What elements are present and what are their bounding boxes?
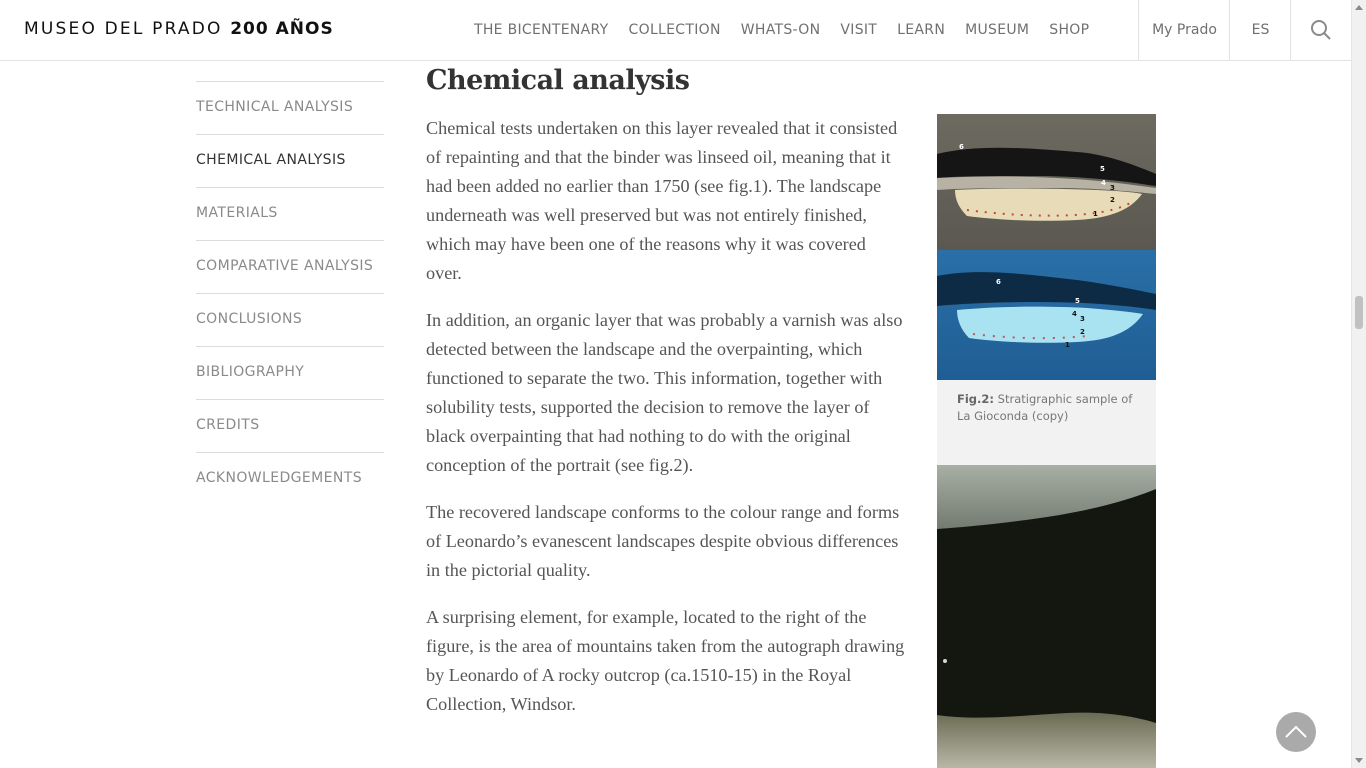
layer-label: 1	[1065, 341, 1070, 349]
layer-label: 1	[1093, 210, 1098, 218]
article-body: Chemical tests undertaken on this layer …	[426, 114, 906, 737]
nav-item-shop[interactable]: SHOP	[1049, 22, 1089, 38]
nav-item-bicentenary[interactable]: THE BICENTENARY	[474, 22, 609, 38]
painting-detail-image[interactable]	[937, 465, 1156, 768]
chevron-up-icon	[1285, 725, 1307, 738]
nav-item-whats-on[interactable]: WHATS-ON	[741, 22, 821, 38]
nav-item-museum[interactable]: MUSEUM	[965, 22, 1029, 38]
layer-label: 3	[1080, 315, 1085, 323]
layer-label: 5	[1075, 297, 1080, 305]
sidenav-item-technical-analysis[interactable]: TECHNICAL ANALYSIS	[196, 82, 384, 135]
article-paragraph: A surprising element, for example, locat…	[426, 607, 905, 714]
section-title: Chemical analysis	[426, 65, 690, 96]
layer-label: 4	[1072, 310, 1077, 318]
layer-label: 5	[1100, 165, 1105, 173]
search-button[interactable]	[1290, 0, 1351, 60]
section-nav: TECHNICAL ANALYSIS CHEMICAL ANALYSIS MAT…	[196, 81, 384, 505]
scroll-down-arrow-icon[interactable]	[1355, 758, 1363, 763]
sidenav-item-chemical-analysis[interactable]: CHEMICAL ANALYSIS	[196, 135, 384, 188]
logo-text: MUSEO DEL PRADO	[24, 19, 223, 39]
language-switch[interactable]: ES	[1229, 0, 1291, 60]
my-prado-link[interactable]: My Prado	[1138, 0, 1230, 60]
back-to-top-button[interactable]	[1276, 712, 1316, 752]
layer-label: 6	[996, 278, 1001, 286]
sidenav-item-bibliography[interactable]: BIBLIOGRAPHY	[196, 347, 384, 400]
site-header: MUSEO DEL PRADO 200 AÑOS THE BICENTENARY…	[0, 0, 1351, 61]
page-scrollbar[interactable]	[1351, 0, 1366, 768]
layer-label: 4	[1101, 179, 1106, 187]
nav-item-visit[interactable]: VISIT	[840, 22, 877, 38]
article-paragraph: In addition, an organic layer that was p…	[426, 310, 903, 475]
sidenav-item-conclusions[interactable]: CONCLUSIONS	[196, 294, 384, 347]
nav-item-collection[interactable]: COLLECTION	[629, 22, 721, 38]
logo-anniversary: 200 AÑOS	[230, 19, 334, 39]
layer-label: 6	[959, 143, 964, 151]
layer-label: 2	[1110, 196, 1115, 204]
figure-caption: Fig.2: Stratigraphic sample of La Giocon…	[937, 380, 1156, 465]
figure-stratigraphic-sample: 6 5 4 3 2 1 6 5 4 3 2 1 Fig.2: Stratigra…	[937, 114, 1156, 465]
article-paragraph: Chemical tests undertaken on this layer …	[426, 118, 898, 283]
main-nav: THE BICENTENARY COLLECTION WHATS-ON VISI…	[474, 0, 1089, 60]
layer-label: 2	[1080, 328, 1085, 336]
sidenav-item-comparative-analysis[interactable]: COMPARATIVE ANALYSIS	[196, 241, 384, 294]
site-logo[interactable]: MUSEO DEL PRADO 200 AÑOS	[24, 19, 334, 39]
layer-label: 3	[1110, 184, 1115, 192]
caption-label: Fig.2:	[957, 392, 994, 406]
scroll-up-arrow-icon[interactable]	[1355, 5, 1363, 10]
article-paragraph: The recovered landscape conforms to the …	[426, 502, 900, 580]
nav-item-learn[interactable]: LEARN	[897, 22, 945, 38]
scrollbar-thumb[interactable]	[1355, 296, 1363, 329]
stratigraphic-sample-image[interactable]: 6 5 4 3 2 1 6 5 4 3 2 1	[937, 114, 1156, 380]
sidenav-item-acknowledgements[interactable]: ACKNOWLEDGEMENTS	[196, 453, 384, 505]
sidenav-item-credits[interactable]: CREDITS	[196, 400, 384, 453]
sidenav-item-materials[interactable]: MATERIALS	[196, 188, 384, 241]
search-icon	[1311, 20, 1331, 40]
